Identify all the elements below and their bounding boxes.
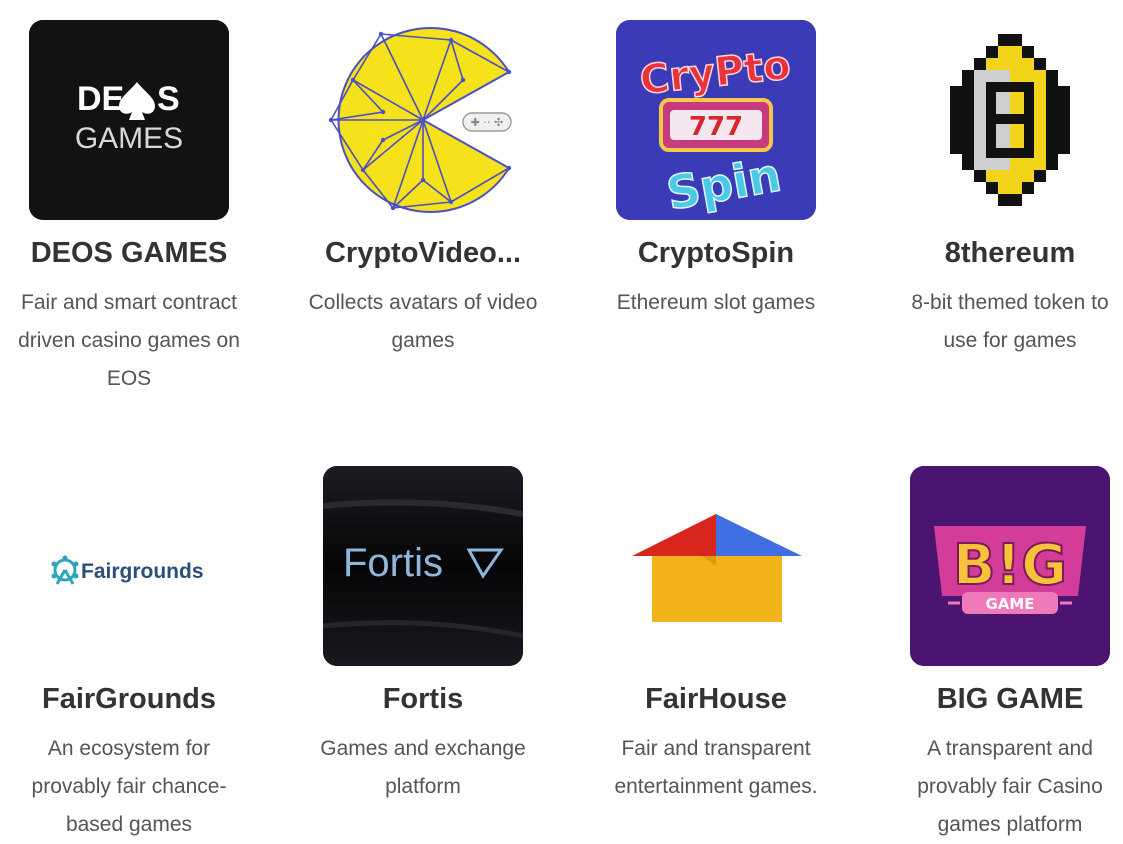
8thereum-pixel-logo bbox=[910, 20, 1110, 220]
fortis-logo: Fortis bbox=[323, 466, 523, 666]
deos-logo-text-de: DE bbox=[77, 80, 124, 118]
fairgrounds-logo: Fairgrounds bbox=[29, 466, 229, 666]
deos-games-logo: DE S GAMES bbox=[29, 20, 229, 220]
app-description: An ecosystem for provably fair chance-ba… bbox=[31, 737, 227, 836]
app-description: A transparent and provably fair Casino g… bbox=[917, 737, 1103, 836]
app-card-fairgrounds[interactable]: Fairgrounds FairGrounds An ecosystem for… bbox=[9, 466, 249, 844]
app-card-cryptovideogames[interactable]: ✚ ·· ✣ CryptoVideo... Collects avatars o… bbox=[303, 20, 543, 360]
deos-logo-text-games: GAMES bbox=[75, 122, 183, 155]
app-description: Collects avatars of video games bbox=[308, 291, 538, 352]
app-description: Games and exchange platform bbox=[320, 737, 526, 798]
app-name[interactable]: 8thereum bbox=[890, 236, 1123, 270]
app-card-big-game[interactable]: B!G GAME BIG GAME A transparent and prov… bbox=[890, 466, 1123, 844]
app-name[interactable]: CryptoVideo... bbox=[303, 236, 543, 270]
app-description: Ethereum slot games bbox=[616, 291, 816, 314]
app-name[interactable]: BIG GAME bbox=[890, 682, 1123, 716]
pixel-eight-icon bbox=[950, 34, 1070, 206]
app-card-deos-games[interactable]: DE S GAMES DEOS GAMES Fair and smart con… bbox=[9, 20, 249, 398]
app-card-cryptospin[interactable]: CryPto 777 Spin CryptoSpin Ethereum slot… bbox=[596, 20, 836, 322]
ferris-wheel-icon: Fairgrounds bbox=[51, 555, 204, 585]
app-name[interactable]: DEOS GAMES bbox=[9, 236, 249, 270]
fortis-logo-svg: Fortis bbox=[323, 466, 523, 666]
cryptospin-logo-text-777: 777 bbox=[689, 112, 743, 142]
fairhouse-logo bbox=[616, 466, 816, 666]
svg-text:✚ ·· ✣: ✚ ·· ✣ bbox=[471, 116, 503, 129]
fairgrounds-logo-text: Fairgrounds bbox=[81, 560, 204, 583]
app-grid: DE S GAMES DEOS GAMES Fair and smart con… bbox=[0, 0, 1123, 841]
cryptospin-logo: CryPto 777 Spin bbox=[616, 20, 816, 220]
fortis-logo-text: Fortis bbox=[343, 541, 443, 585]
big-game-logo-text-big: B!G bbox=[953, 533, 1067, 598]
big-game-logo-text-game: GAME bbox=[985, 595, 1034, 613]
deos-games-logo-svg: DE S GAMES bbox=[29, 20, 229, 220]
app-description: Fair and transparent entertainment games… bbox=[614, 737, 818, 798]
app-card-fairhouse[interactable]: FairHouse Fair and transparent entertain… bbox=[596, 466, 836, 806]
deos-logo-text-s: S bbox=[157, 80, 180, 118]
app-name[interactable]: Fortis bbox=[303, 682, 543, 716]
app-name[interactable]: FairHouse bbox=[596, 682, 836, 716]
big-game-logo: B!G GAME bbox=[910, 466, 1110, 666]
app-name[interactable]: FairGrounds bbox=[9, 682, 249, 716]
app-card-fortis[interactable]: Fortis Fortis Games and exchange platfor… bbox=[303, 466, 543, 806]
slot-machine-icon: CryPto 777 Spin bbox=[616, 20, 816, 220]
app-name[interactable]: CryptoSpin bbox=[596, 236, 836, 270]
app-description: Fair and smart contract driven casino ga… bbox=[18, 291, 240, 390]
pacman-icon: ✚ ·· ✣ bbox=[328, 27, 512, 213]
app-card-8thereum[interactable]: 8thereum 8-bit themed token to use for g… bbox=[890, 20, 1123, 360]
app-description: 8-bit themed token to use for games bbox=[911, 291, 1109, 352]
house-icon bbox=[632, 514, 802, 622]
big-game-logo-svg: B!G GAME bbox=[910, 466, 1110, 666]
cryptovideogames-pacman-logo: ✚ ·· ✣ bbox=[323, 20, 523, 220]
